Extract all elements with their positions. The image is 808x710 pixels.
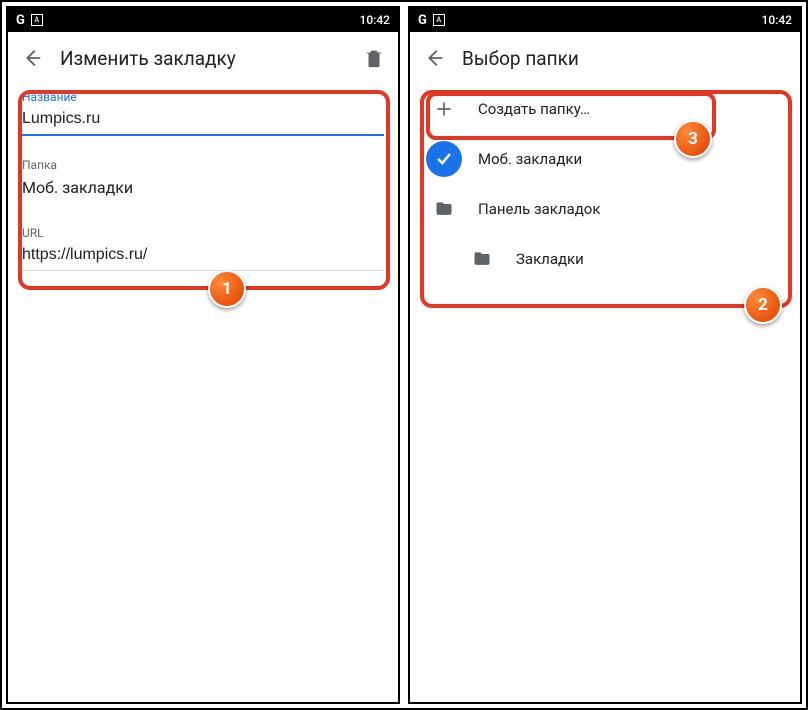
name-input[interactable] (22, 108, 384, 136)
name-label: Название (22, 90, 384, 104)
badge-2: 2 (744, 286, 782, 324)
clock: 10:42 (762, 13, 792, 27)
page-title: Выбор папки (462, 47, 790, 70)
folder-icon (464, 241, 500, 277)
folder-bar[interactable]: Панель закладок (420, 184, 790, 234)
folder-label: Папка (22, 158, 384, 172)
google-icon: G (418, 13, 427, 28)
folder-label: Закладки (516, 250, 584, 268)
app-icon: A (31, 14, 43, 26)
new-folder-row[interactable]: Создать папку… (420, 84, 790, 134)
status-bar: G A 10:42 (8, 8, 398, 32)
folder-value[interactable]: Моб. закладки (22, 176, 384, 204)
status-bar: G A 10:42 (410, 8, 800, 32)
app-bar: Изменить закладку (8, 32, 398, 84)
google-icon: G (16, 13, 25, 28)
check-icon (426, 141, 462, 177)
delete-icon[interactable] (360, 44, 388, 72)
url-input[interactable] (22, 244, 384, 271)
url-label: URL (22, 226, 384, 240)
app-icon: A (433, 14, 445, 26)
folder-mobile[interactable]: Моб. закладки (420, 134, 790, 184)
page-title: Изменить закладку (60, 47, 346, 70)
plus-icon (426, 91, 462, 127)
phone-edit-bookmark: G A 10:42 Изменить закладку Название Пап… (6, 6, 400, 704)
clock: 10:42 (360, 13, 390, 27)
phone-select-folder: G A 10:42 Выбор папки Создать папку… (408, 6, 802, 704)
app-bar: Выбор папки (410, 32, 800, 84)
folder-icon (426, 191, 462, 227)
folder-bookmarks[interactable]: Закладки (420, 234, 790, 284)
back-icon[interactable] (420, 44, 448, 72)
back-icon[interactable] (18, 44, 46, 72)
folder-label: Панель закладок (478, 200, 600, 218)
new-folder-label: Создать папку… (478, 100, 590, 118)
folder-label: Моб. закладки (478, 150, 582, 168)
